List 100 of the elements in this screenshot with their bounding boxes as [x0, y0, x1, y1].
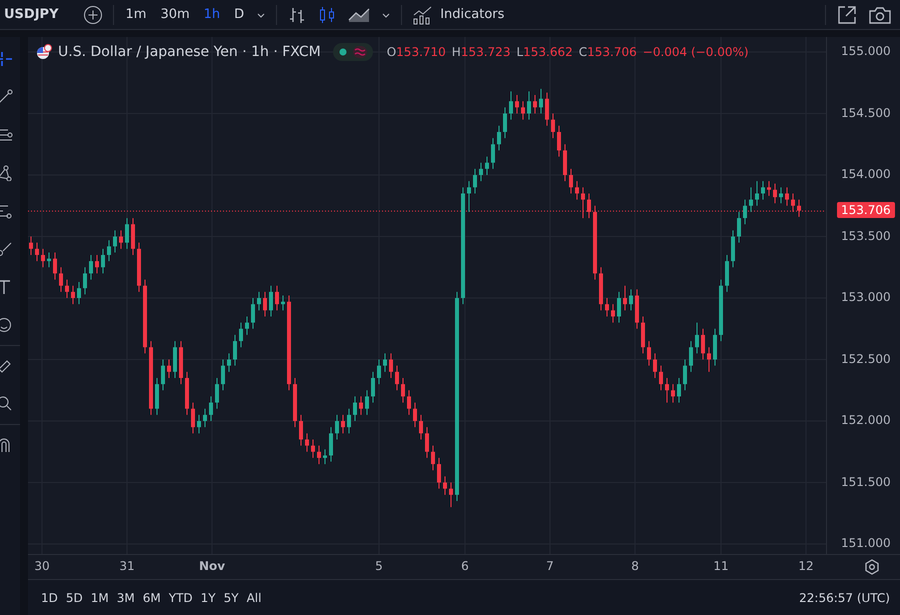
candlestick [557, 125, 561, 158]
range-button[interactable]: YTD [166, 590, 196, 604]
candlestick [323, 448, 327, 465]
crosshair-icon[interactable] [0, 51, 13, 67]
candlestick [203, 408, 207, 428]
symbol-title: U.S. Dollar / Japanese Yen · 1h · FXCM [58, 44, 321, 60]
candlestick [503, 106, 507, 139]
price-label: 155.000 [841, 44, 891, 58]
candlestick [749, 186, 753, 212]
candlestick [347, 408, 351, 434]
candlestick [791, 192, 795, 212]
time-label: 5 [375, 559, 383, 573]
add-icon[interactable] [82, 4, 102, 24]
candlestick [53, 252, 57, 280]
zoom-icon[interactable] [0, 396, 13, 412]
candlestick [575, 180, 579, 200]
candlestick [365, 390, 369, 416]
symbol-button[interactable]: USDJPY [4, 7, 58, 22]
candlestick [161, 359, 165, 391]
text-icon[interactable] [0, 279, 13, 295]
candlestick [485, 156, 489, 176]
candlestick [317, 445, 321, 465]
ohlc-value: C153.706 [578, 45, 637, 59]
nodes-icon[interactable] [0, 165, 13, 181]
candlestick [215, 377, 219, 410]
candlestick [671, 384, 675, 404]
candlestick [755, 180, 759, 206]
ohlc-value: H153.723 [452, 45, 510, 59]
range-button[interactable]: 1D [38, 590, 61, 604]
brush-icon[interactable] [0, 241, 13, 257]
candlestick [65, 279, 69, 299]
candlestick [611, 304, 615, 324]
candlestick [239, 322, 243, 348]
candlestick [539, 88, 543, 114]
price-label: 151.000 [841, 536, 891, 550]
interval-button[interactable]: 1m [124, 7, 148, 22]
external-link-icon[interactable] [836, 4, 858, 26]
candlestick [779, 186, 783, 204]
range-button[interactable]: 6M [140, 590, 164, 604]
range-button[interactable]: 3M [114, 590, 138, 604]
candlestick [257, 291, 261, 311]
candlestick [767, 180, 771, 196]
candlestick [341, 414, 345, 434]
wave-icon [352, 46, 367, 58]
candlestick [425, 426, 429, 458]
candlestick [383, 352, 387, 372]
time-label: Nov [198, 559, 226, 573]
sliders-icon[interactable] [0, 203, 13, 219]
clock-label: 22:56:57 (UTC) [799, 590, 890, 604]
candlestick [233, 334, 237, 366]
ohlc-value: O153.710 [386, 45, 446, 59]
candlestick [59, 266, 63, 292]
flag-icon [36, 44, 52, 60]
interval-button[interactable]: D [232, 7, 246, 22]
candlestick [491, 138, 495, 170]
candlestick [395, 365, 399, 391]
candlestick [269, 285, 273, 317]
candlestick [683, 359, 687, 391]
last-price-badge: 153.706 [837, 202, 895, 218]
line-tool-icon[interactable] [0, 89, 13, 105]
candlestick [245, 316, 249, 336]
range-button[interactable]: All [244, 590, 264, 604]
indicators-button[interactable]: Indicators [412, 4, 504, 24]
candlestick [275, 285, 279, 311]
candlestick [653, 352, 657, 378]
candlestick [377, 359, 381, 385]
time-label: 31 [119, 559, 135, 573]
range-button[interactable]: 5D [62, 590, 86, 604]
candlestick [659, 365, 663, 391]
candlestick [311, 438, 315, 458]
candlestick [419, 414, 423, 440]
time-label: 6 [461, 559, 469, 573]
candlestick [95, 254, 99, 274]
settings-icon[interactable] [864, 559, 880, 575]
ohlc-value: L153.662 [516, 45, 573, 59]
candlestick [371, 371, 375, 404]
time-label: 12 [798, 559, 814, 573]
candlestick [401, 377, 405, 404]
candlestick [413, 402, 417, 428]
candlestick [281, 295, 285, 311]
lines-icon[interactable] [0, 127, 13, 143]
candlestick [497, 125, 501, 151]
candlestick [389, 352, 393, 378]
candlestick [209, 396, 213, 422]
interval-button[interactable]: 1h [202, 7, 222, 22]
range-button[interactable]: 1M [88, 590, 112, 604]
range-button[interactable]: 1Y [198, 590, 219, 604]
price-label: 152.000 [841, 413, 891, 428]
price-label: 151.500 [841, 474, 891, 489]
candlestick [689, 340, 693, 372]
candlestick [647, 340, 651, 366]
ruler-icon[interactable] [0, 358, 13, 374]
candlestick [551, 113, 555, 139]
candlestick [695, 322, 699, 354]
candlestick [527, 90, 531, 120]
interval-button[interactable]: 30m [158, 7, 192, 22]
candlestick [743, 199, 747, 225]
smiley-icon[interactable] [0, 317, 13, 333]
range-button[interactable]: 5Y [220, 590, 242, 604]
candlestick [569, 168, 573, 194]
